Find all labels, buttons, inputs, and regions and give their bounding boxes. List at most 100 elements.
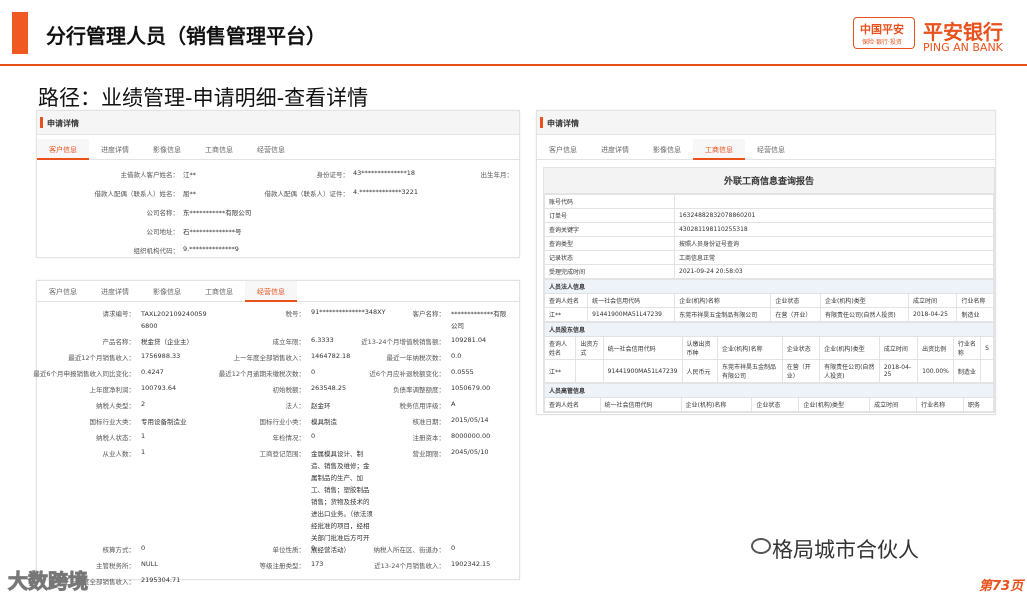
table-cell: 查询人姓名 <box>544 397 601 412</box>
field-value: 东***********有限公司 <box>183 209 252 217</box>
field-label: 最近12个月销售收入： <box>68 354 135 362</box>
table-cell: 有限责任公司(自然人投资) <box>820 307 910 322</box>
field-value: 0 <box>451 544 456 552</box>
field-value: 1464782.18 <box>311 352 351 360</box>
meta-label: 账号代码 <box>544 194 675 209</box>
field-value: 0.0 <box>451 352 462 360</box>
shareholder-table: 人员股东信息 查询人姓名 出资方式 统一社会信用代码 认缴出资币种 企业(机构)名称 企业状… <box>543 322 994 383</box>
table-cell <box>980 359 994 383</box>
field-value: 江** <box>183 171 196 179</box>
operation-info-panel: 客户信息 进度详情 影像信息 工商信息 经营信息 请求编号： TAXL202109… <box>33 280 520 586</box>
field-value: 0 <box>311 432 316 440</box>
field-label: 国标行业小类： <box>259 418 306 426</box>
table-cell: 91441900MA51L47239 <box>587 307 676 322</box>
field-value: 0 <box>311 544 316 552</box>
field-value: 模具制造 <box>311 418 337 426</box>
meta-label: 受理完成时间 <box>544 264 675 279</box>
field-label: 营业期限： <box>412 450 446 458</box>
field-label: 出生年月： <box>480 171 514 179</box>
tab-customer-info[interactable]: 客户信息 <box>537 139 589 160</box>
field-value: NULL <box>141 560 158 568</box>
field-value: 税金贷（企业主） <box>141 338 193 346</box>
field-label: 负债率调整额度： <box>393 386 445 394</box>
table-cell: 制造业 <box>956 307 994 322</box>
meta-label: 订单号 <box>544 208 675 223</box>
page-number: 第73页 <box>979 579 1024 594</box>
table-cell: 企业(机构)类型 <box>798 397 871 412</box>
field-value: 6.3333 <box>311 336 334 344</box>
meta-value: 按照人员身份证号查询 <box>674 236 994 251</box>
meta-value: 430281198110255318 <box>674 222 994 237</box>
table-cell: 企业状态 <box>770 293 822 308</box>
meta-value: 工商信息正常 <box>674 250 994 265</box>
field-label: 公司名称： <box>146 209 180 217</box>
field-label: 近6个月应补退税额变化： <box>369 370 445 378</box>
meta-value: 16324882832078860201 <box>674 208 994 223</box>
field-value: 100793.64 <box>141 384 177 392</box>
brand-watermark-bottom-left: 大数跨境 <box>8 569 89 594</box>
report-container: 外联工商信息查询报告 账号代码 订单号 16324882832078860201 查询… <box>543 167 995 413</box>
logo-box-text: 中国平安 <box>860 23 904 36</box>
field-value: 0.4247 <box>141 368 164 376</box>
tab-business-registration[interactable]: 工商信息 <box>193 281 245 302</box>
table-cell: 查询人姓名 <box>543 336 577 360</box>
tab-operation-info[interactable]: 经营信息 <box>245 139 297 160</box>
tab-images[interactable]: 影像信息 <box>141 281 193 302</box>
table-cell: 100.00% <box>917 359 954 383</box>
field-label: 产品名称： <box>102 338 136 346</box>
tab-progress[interactable]: 进度详情 <box>89 139 141 160</box>
watermark-text: 格局城市合伙人 <box>772 538 919 562</box>
logo-en-text: PING AN BANK <box>923 41 1003 54</box>
tab-progress[interactable]: 进度详情 <box>589 139 641 160</box>
tab-business-registration[interactable]: 工商信息 <box>693 139 745 160</box>
field-value: TAXL2021092400596800 <box>141 310 207 330</box>
field-value: 1902342.15 <box>451 560 491 568</box>
field-label: 法人： <box>285 402 306 410</box>
field-label: 成立年限： <box>272 338 306 346</box>
table-cell: 有限责任公司(自然人投资) <box>819 359 880 383</box>
field-label: 注册资本： <box>412 434 446 442</box>
field-label: 上年度净利润： <box>89 386 136 394</box>
tab-images[interactable]: 影像信息 <box>141 139 193 160</box>
field-value: A <box>451 400 456 408</box>
tab-business-registration[interactable]: 工商信息 <box>193 139 245 160</box>
navigation-path: 路径：业绩管理-申请明细-查看详情 <box>38 86 369 110</box>
field-label: 最近6个月申报销售收入同比变化： <box>33 370 135 378</box>
slide-header: 分行管理人员（销售管理平台） 中国平安 保险·银行·投资 平安银行 PING A… <box>0 0 1027 66</box>
field-label: 借款人配偶（联系人）姓名： <box>94 190 180 198</box>
table-cell: 统一社会信用代码 <box>602 336 683 360</box>
section-header: 人员法人信息 <box>544 279 994 294</box>
tab-images[interactable]: 影像信息 <box>641 139 693 160</box>
table-cell: 2018-04-25 <box>908 307 958 322</box>
table-cell: 2018-04-25 <box>878 359 919 383</box>
logo-box: 中国平安 保险·银行·投资 <box>853 17 915 49</box>
field-label: 请求编号： <box>102 310 136 318</box>
tab-operation-info[interactable]: 经营信息 <box>245 281 297 302</box>
field-label: 近13-24个月增值税销售额： <box>361 338 445 346</box>
field-value: 专用设备制造业 <box>141 418 187 426</box>
field-label: 税号： <box>285 310 306 318</box>
panel-header: 申请详情 <box>37 111 519 135</box>
table-cell: S <box>980 336 994 360</box>
field-label: 工商登记范围： <box>259 450 306 458</box>
ping-an-bank-logo: 中国平安 保险·银行·投资 平安银行 PING AN BANK <box>853 14 1023 54</box>
field-label: 等级注册类型： <box>259 562 306 570</box>
field-value: 1 <box>141 448 146 456</box>
field-value: 4.*************3221 <box>353 188 418 196</box>
tab-bar: 客户信息 进度详情 影像信息 工商信息 经营信息 <box>37 281 519 302</box>
report-title: 外联工商信息查询报告 <box>544 168 994 194</box>
table-cell: 成立时间 <box>908 293 958 308</box>
tab-customer-info[interactable]: 客户信息 <box>37 281 89 302</box>
tab-operation-info[interactable]: 经营信息 <box>745 139 797 160</box>
section-header: 人员高管信息 <box>544 383 994 398</box>
field-label: 单位性质： <box>272 546 306 554</box>
tab-progress[interactable]: 进度详情 <box>89 281 141 302</box>
field-label: 核准日期： <box>412 418 446 426</box>
table-cell: 企业(机构)类型 <box>819 336 880 360</box>
field-label: 主管税务所： <box>96 562 135 570</box>
field-value: 0 <box>311 368 316 376</box>
table-cell: 行业名称 <box>952 336 982 360</box>
field-value: 109281.04 <box>451 336 487 344</box>
tab-customer-info[interactable]: 客户信息 <box>37 139 89 160</box>
field-label: 国标行业大类： <box>89 418 136 426</box>
